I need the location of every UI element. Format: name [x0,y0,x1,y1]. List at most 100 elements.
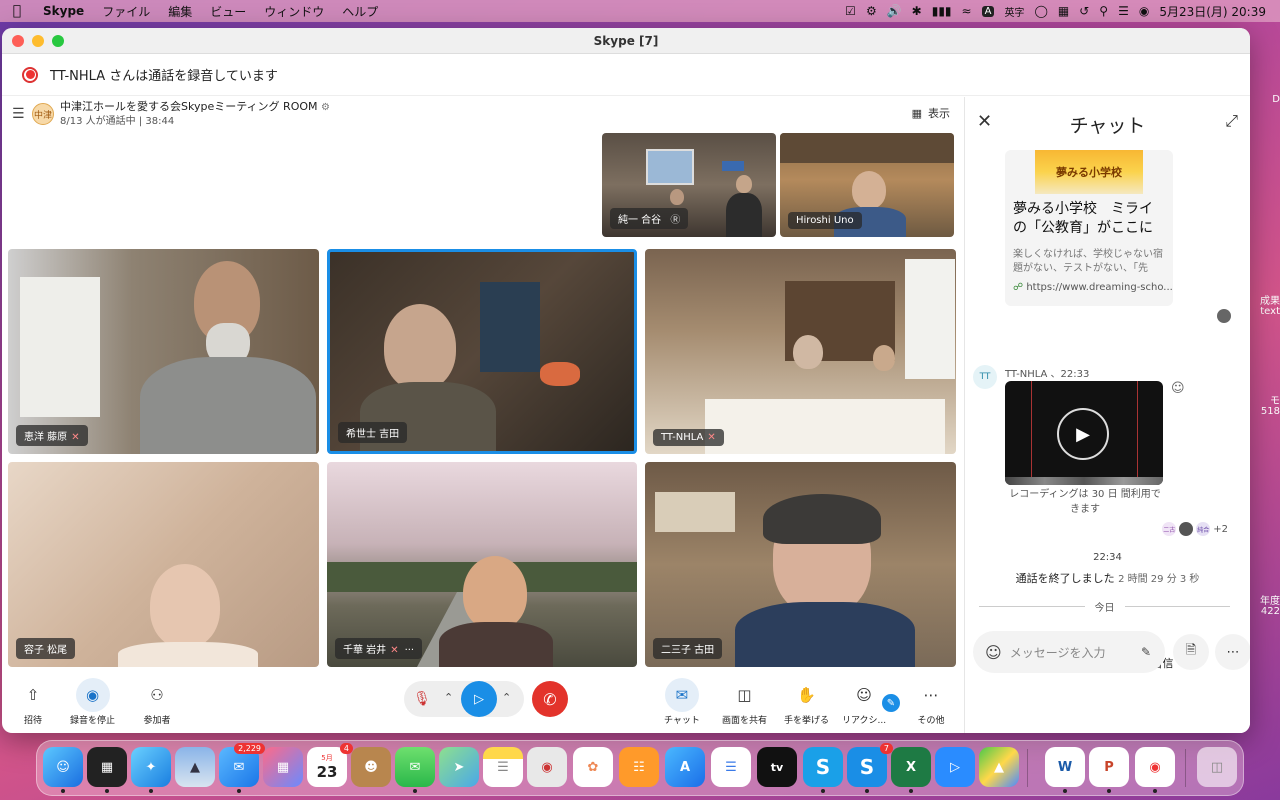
messages-icon[interactable]: ✉ [395,747,435,793]
check-status-icon[interactable]: ☑ [845,4,856,18]
reminders-icon[interactable]: ☰ [711,747,751,787]
hang-up-button[interactable]: ✆ [532,681,568,717]
trash-icon[interactable]: ◫ [1197,747,1237,787]
video-tile[interactable]: Hiroshi Uno [780,133,954,237]
menu-window[interactable]: ウィンドウ [255,3,333,20]
zoom-icon[interactable]: ▷ [935,747,975,787]
safari-icon[interactable]: ✦ [131,747,171,793]
photo-booth-icon[interactable]: ◉ [527,747,567,787]
view-button-label: 表示 [928,107,950,120]
menu-icon[interactable]: ☰ [12,106,32,122]
recording-video-message[interactable]: ▶ [1005,381,1163,485]
participant-name-tag: Hiroshi Uno [788,212,862,229]
react-emoji-icon[interactable]: ☺ [1171,381,1185,396]
format-text-icon[interactable]: ✎ [1141,645,1151,659]
participants-button[interactable]: ⚇ 参加者 [140,678,174,726]
camera-button[interactable]: ▷ [461,681,497,717]
link-preview-image: 夢みる小学校 [1035,150,1143,194]
wifi-icon[interactable]: ≈ [962,4,972,18]
apple-tv-icon[interactable]: tv [757,747,797,787]
menu-view[interactable]: ビュー [201,3,255,20]
powerpoint-icon[interactable]: P [1089,747,1129,793]
participant-name-tag: 容子 松尾 [16,638,76,659]
google-drive-icon[interactable]: ▲ [979,747,1019,787]
finder-icon[interactable]: ☺ [43,747,83,793]
network-share-icon[interactable]: ⚙ [866,4,877,18]
menu-skype[interactable]: Skype [34,4,93,18]
share-screen-button[interactable]: ◫ 画面を共有 [722,678,767,726]
message-input[interactable]: ☺ メッセージを入力 ✎ [973,631,1165,673]
spotlight-search-icon[interactable]: ⚲ [1099,4,1108,18]
battery-icon[interactable]: ▮▮▮ [932,4,952,18]
memory-icon[interactable]: ▦ [1058,4,1069,18]
minimize-window-button[interactable] [32,34,44,47]
emoji-icon[interactable]: ☺ [985,643,1002,662]
participant-body [735,602,915,667]
link-preview-url[interactable]: ☍ https://www.dreaming-scho... [1005,278,1173,297]
attach-file-button[interactable]: 🗎 [1173,634,1209,670]
read-receipts[interactable]: 二古 純合 +2 [1162,522,1228,536]
skype-for-business-icon[interactable]: S7 [847,743,893,793]
chrome-icon[interactable]: ◉ [1135,747,1175,793]
video-tile[interactable]: 純一 合谷 Ⓡ [602,133,776,237]
stop-recording-button[interactable]: ◉ 録音を停止 [70,678,115,726]
input-method-icon[interactable]: A [981,5,995,17]
wall-map [646,149,694,185]
launchpad-icon[interactable]: ▦ [263,747,303,787]
preview-icon[interactable]: ▲ [175,747,215,787]
control-center-icon[interactable]: ☰ [1118,4,1129,18]
mute-mic-button[interactable]: 🎙 [404,681,440,717]
photos-icon[interactable]: ✿ [573,747,613,787]
notes-icon[interactable]: ☰ [483,747,523,787]
books-icon[interactable]: ☷ [619,747,659,787]
video-tile[interactable]: 二三子 古田 [645,462,956,667]
mission-control-icon[interactable]: ▦ [87,747,127,793]
excel-icon[interactable]: X [891,747,931,793]
fullscreen-window-button[interactable] [52,34,64,47]
reaction-button[interactable]: ☺ リアクシ... [842,678,886,726]
close-window-button[interactable] [12,34,24,47]
user-icon[interactable]: ◯ [1034,4,1047,18]
play-icon[interactable]: ▶ [1057,408,1109,460]
mic-options-chevron-icon[interactable]: ⌃ [444,691,453,704]
video-tile-active-speaker[interactable]: 希世士 吉田 [327,249,637,454]
more-options-icon[interactable]: ··· [405,645,415,656]
close-icon[interactable]: ✕ [977,111,992,132]
calendar-icon[interactable]: 5月 23 4 [307,743,353,787]
video-tile[interactable]: TT-NHLA ✕ [645,249,956,454]
group-avatar[interactable]: 中津 [32,103,54,125]
menu-edit[interactable]: 編集 [159,3,201,20]
link-preview-card[interactable]: 夢みる小学校 夢みる小学校 ミライの「公教育」がここに 楽しくなければ、学校じゃ… [1005,150,1173,306]
siri-icon[interactable]: ◉ [1139,4,1149,18]
mail-icon[interactable]: ✉ 2,229 [219,743,265,793]
menu-clock[interactable]: 5月23日(月) 20:39 [1159,3,1266,20]
chat-button[interactable]: ✉ チャット [664,678,700,726]
contacts-icon[interactable]: ☻ [351,747,391,787]
more-chat-options-button[interactable]: ⋯ [1215,634,1250,670]
raise-hand-button[interactable]: ✋ 手を挙げる [784,678,829,726]
video-tile[interactable]: 千華 岩井 ✕ ··· [327,462,637,667]
bluetooth-icon[interactable]: ✱ [912,4,922,18]
skype-logo-icon: Ⓡ [670,215,681,226]
time-machine-icon[interactable]: ↺ [1079,4,1089,18]
video-tile[interactable]: 容子 松尾 [8,462,319,667]
maps-icon[interactable]: ➤ [439,747,479,787]
more-button[interactable]: ⋯ その他 [914,678,948,726]
camera-options-chevron-icon[interactable]: ⌃ [502,691,511,704]
expand-icon[interactable]: ⤢ [1225,111,1238,131]
title-bar[interactable]: Skype [7] [2,28,1250,54]
app-store-icon[interactable]: A [665,747,705,787]
view-button[interactable]: ▦ 表示 [912,105,950,121]
message-compose-row: ☺ メッセージを入力 ✎ 🗎 ⋯ [973,631,1250,673]
word-icon[interactable]: W [1045,747,1085,793]
menu-help[interactable]: ヘルプ [333,3,387,20]
apple-menu-icon[interactable]:  [0,3,34,19]
video-tile[interactable]: 恵洋 藤原 ✕ [8,249,319,454]
settings-gear-icon[interactable]: ⚙ [321,102,330,113]
sender-avatar[interactable]: TT [973,365,997,389]
volume-icon[interactable]: 🔊 [887,4,902,18]
skype-icon[interactable]: S [803,747,843,793]
menu-file[interactable]: ファイル [93,3,159,20]
invite-button[interactable]: ⇧ 招待 [16,678,50,726]
pen-icon[interactable]: ✎ [882,694,900,712]
